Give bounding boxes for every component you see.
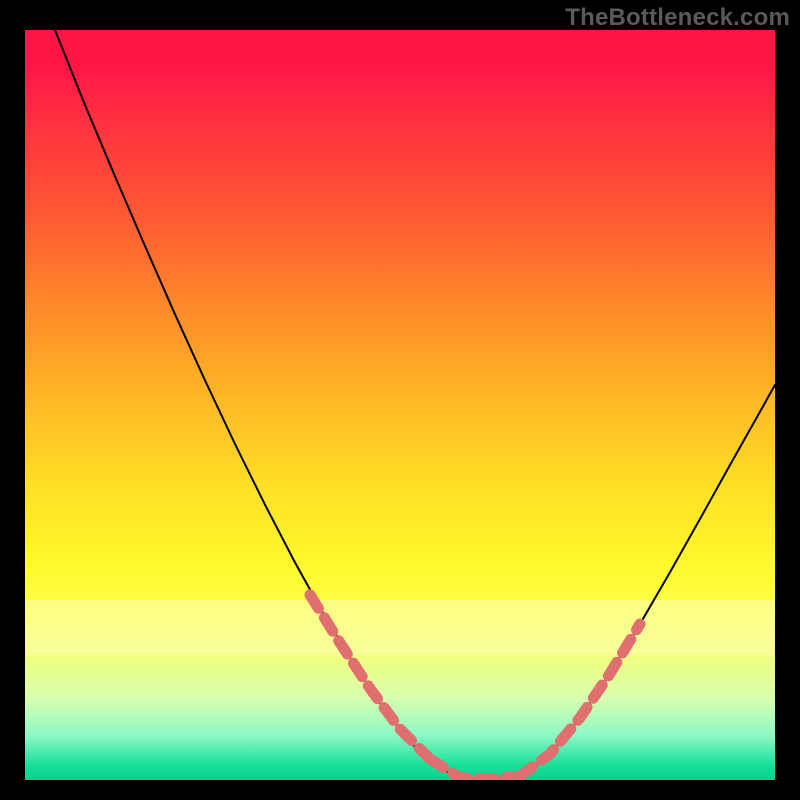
chart-frame: TheBottleneck.com [0, 0, 800, 800]
highlight-band [25, 600, 775, 655]
curve-right-branch [520, 385, 775, 777]
plot-area [25, 30, 775, 780]
watermark-text: TheBottleneck.com [565, 4, 790, 32]
dash-overlay-floor [430, 759, 520, 779]
curve-layer [25, 30, 775, 780]
curve-left-branch [55, 30, 460, 778]
